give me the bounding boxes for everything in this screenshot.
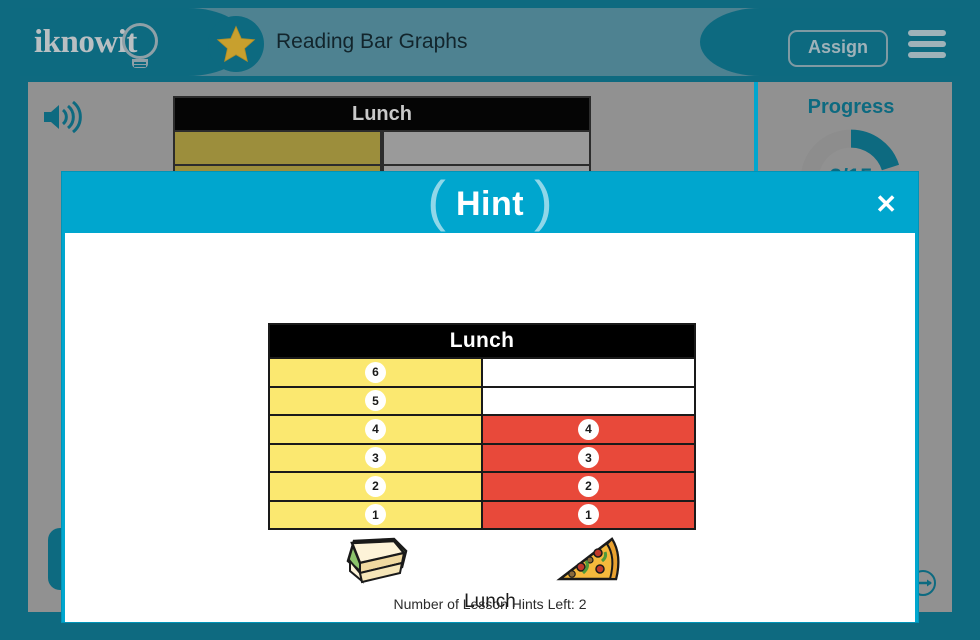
category-icon-sandwich [268, 533, 482, 589]
chart-row: 11 [270, 499, 694, 528]
cell-value-badge: 4 [366, 419, 385, 439]
chart-cell: 4 [270, 414, 481, 443]
background-chart-row [173, 132, 591, 166]
chart-cell: 1 [481, 499, 694, 528]
chart-cell: 1 [270, 499, 481, 528]
chart-category-icons [268, 533, 696, 589]
chart-row: 44 [270, 414, 694, 443]
cell-value-badge: 2 [579, 476, 598, 496]
background-chart-title: Lunch [173, 96, 591, 132]
chart-cell: 2 [481, 471, 694, 500]
chart-row: 6 [270, 357, 694, 386]
hint-modal-title: Hint [455, 184, 525, 223]
cell-value-badge: 4 [579, 419, 598, 439]
chart-row: 5 [270, 385, 694, 414]
pizza-icon [556, 537, 620, 581]
right-paren-decoration: ) [534, 169, 553, 232]
left-paren-decoration: ( [427, 169, 446, 232]
hamburger-menu-icon[interactable] [908, 30, 946, 58]
close-icon[interactable]: ✕ [875, 191, 897, 217]
hint-title-group: ( Hint ) [65, 169, 915, 233]
sandwich-icon [346, 537, 408, 584]
chart-cell [481, 357, 694, 386]
menu-line [908, 41, 946, 47]
assign-button[interactable]: Assign [787, 30, 888, 67]
cell-value-badge: 3 [366, 448, 385, 468]
lightbulb-base-icon [132, 59, 148, 68]
page-title: Reading Bar Graphs [276, 30, 468, 53]
cell-value-badge: 1 [366, 505, 385, 525]
background-chart-cell [382, 132, 591, 166]
background-chart-cell [173, 132, 382, 166]
cell-value-badge: 6 [366, 362, 385, 382]
chart-cell: 4 [481, 414, 694, 443]
chart-title: Lunch [270, 325, 694, 357]
hint-bar-chart: Lunch 6544332211 [268, 323, 696, 530]
speaker-icon[interactable] [40, 100, 82, 134]
lightbulb-icon [122, 23, 158, 59]
cell-value-badge: 5 [366, 391, 385, 411]
chart-cell: 3 [270, 442, 481, 471]
hints-remaining-text: Number of Lesson Hints Left: 2 [393, 596, 587, 612]
cell-value-badge: 2 [366, 476, 385, 496]
hint-modal-body: Lunch 6544332211 Lunch Number of Lesson … [65, 233, 915, 622]
chart-cell: 2 [270, 471, 481, 500]
chart-rows: 6544332211 [270, 357, 694, 528]
brand-logo[interactable]: iknowit [20, 8, 188, 76]
chart-cell [481, 385, 694, 414]
hint-modal: ( Hint ) ✕ Lunch 6544332211 Lunch Number… [62, 172, 918, 622]
cell-value-badge: 3 [579, 448, 598, 468]
progress-label: Progress [807, 96, 895, 118]
app-frame: iknowit Reading Bar Graphs Assign Lunch … [0, 0, 980, 640]
chart-row: 33 [270, 442, 694, 471]
star-icon [216, 25, 256, 63]
app-header: iknowit Reading Bar Graphs Assign [20, 8, 960, 76]
menu-line [908, 30, 946, 36]
chart-cell: 3 [481, 442, 694, 471]
hint-modal-header: ( Hint ) ✕ [65, 169, 915, 233]
cell-value-badge: 1 [579, 505, 598, 525]
star-badge [208, 16, 264, 72]
category-icon-pizza [482, 533, 696, 589]
chart-row: 22 [270, 471, 694, 500]
chart-cell: 5 [270, 385, 481, 414]
chart-cell: 6 [270, 357, 481, 386]
menu-line [908, 52, 946, 58]
